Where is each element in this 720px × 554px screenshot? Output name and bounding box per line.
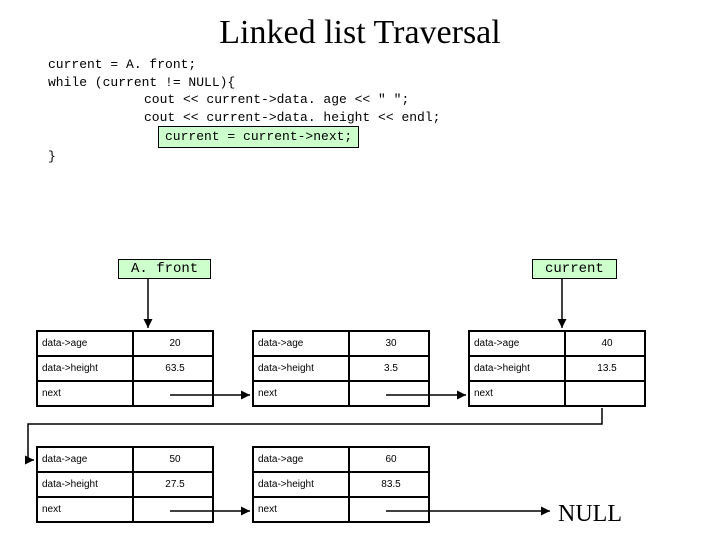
code-highlight: current = current->next; xyxy=(158,126,359,148)
code-line: } xyxy=(48,148,720,166)
field-label: data->age xyxy=(253,331,349,356)
list-node: data->age40 data->height13.5 next xyxy=(468,330,646,407)
list-node: data->age30 data->height3.5 next xyxy=(252,330,430,407)
field-value xyxy=(133,381,213,406)
list-node: data->age60 data->height83.5 next xyxy=(252,446,430,523)
list-node: data->age20 data->height63.5 next xyxy=(36,330,214,407)
field-label: data->height xyxy=(253,356,349,381)
list-node: data->age50 data->height27.5 next xyxy=(36,446,214,523)
field-label: data->age xyxy=(37,447,133,472)
field-label: data->age xyxy=(37,331,133,356)
field-label: data->age xyxy=(253,447,349,472)
field-value xyxy=(349,497,429,522)
code-line: current = A. front; xyxy=(48,56,720,74)
field-value xyxy=(565,381,645,406)
current-label: current xyxy=(532,259,617,279)
field-value xyxy=(133,497,213,522)
field-value: 13.5 xyxy=(565,356,645,381)
field-value: 50 xyxy=(133,447,213,472)
code-line: cout << current->data. height << endl; xyxy=(144,109,720,127)
code-line: while (current != NULL){ xyxy=(48,74,720,92)
field-label: next xyxy=(253,381,349,406)
field-value: 27.5 xyxy=(133,472,213,497)
field-value: 20 xyxy=(133,331,213,356)
field-value: 60 xyxy=(349,447,429,472)
field-label: data->age xyxy=(469,331,565,356)
field-label: next xyxy=(37,381,133,406)
field-label: next xyxy=(469,381,565,406)
code-block: current = A. front; while (current != NU… xyxy=(48,56,720,165)
page-title: Linked list Traversal xyxy=(0,14,720,52)
field-label: next xyxy=(253,497,349,522)
field-value: 63.5 xyxy=(133,356,213,381)
field-value: 83.5 xyxy=(349,472,429,497)
code-line: cout << current->data. age << " "; xyxy=(144,91,720,109)
field-label: next xyxy=(37,497,133,522)
field-label: data->height xyxy=(37,472,133,497)
field-label: data->height xyxy=(37,356,133,381)
null-label: NULL xyxy=(558,501,622,528)
field-label: data->height xyxy=(469,356,565,381)
field-value: 40 xyxy=(565,331,645,356)
field-label: data->height xyxy=(253,472,349,497)
front-label: A. front xyxy=(118,259,211,279)
field-value xyxy=(349,381,429,406)
field-value: 30 xyxy=(349,331,429,356)
field-value: 3.5 xyxy=(349,356,429,381)
